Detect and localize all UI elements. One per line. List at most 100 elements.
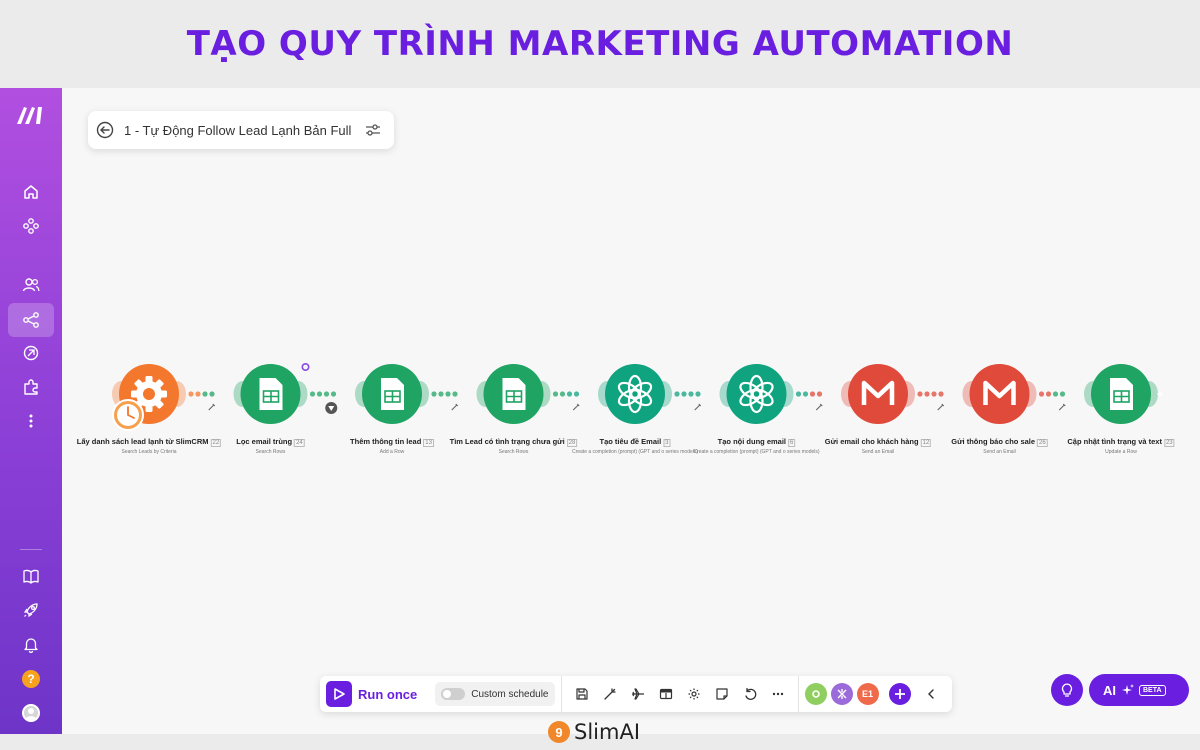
wrench-icon[interactable] [815,403,823,411]
lightbulb-icon [1061,683,1073,697]
magic-wand-icon[interactable] [596,680,624,708]
sparkle-icon [1122,684,1134,695]
module-title: Tạo nội dung email [717,437,786,446]
module-title: Gửi email cho khách hàng [824,437,919,446]
custom-schedule-label: Custom schedule [471,688,549,700]
brand-name: SlimAI [574,720,641,744]
module-title: Thêm thông tin lead [350,437,422,446]
module-action: Create a completion (prompt) (GPT and o … [693,449,820,455]
wrench-icon[interactable] [208,403,216,411]
note-icon[interactable] [708,680,736,708]
banner: TẠO QUY TRÌNH MARKETING AUTOMATION [0,0,1200,88]
app-window: ? 1 - Tự Động Follow Lead Lạnh Bản Full … [0,88,1200,734]
module-index-badge: 13 [423,439,434,447]
module-action: Search Leads by Criteria [121,449,177,455]
google-sheets-icon [259,378,283,410]
module-action: Search Rows [498,449,529,455]
module-label[interactable]: Lấy danh sách lead lạnh từ SlimCRM 22 [76,437,222,447]
play-icon [326,681,352,707]
banner-title: TẠO QUY TRÌNH MARKETING AUTOMATION [186,24,1014,64]
save-icon[interactable] [568,680,596,708]
module-google-sheets[interactable] [355,364,429,424]
run-once-button[interactable]: Run once [320,676,425,712]
module-slimcrm[interactable] [112,364,186,431]
module-label[interactable]: Tìm Lead có tình trạng chưa gửi 28 [450,437,578,447]
module-label[interactable]: Gửi email cho khách hàng 12 [824,437,932,447]
module-google-sheets[interactable] [476,364,551,424]
module-label[interactable]: Cập nhật tình trạng và text 23 [1067,437,1175,447]
module-google-sheets[interactable] [233,364,308,424]
module-index-badge: 12 [920,439,932,447]
lightbulb-button[interactable] [1051,674,1083,706]
module-action: Search Rows [255,449,286,455]
undo-icon[interactable] [736,680,764,708]
module-action: Add a Row [379,449,405,455]
status-ring-icon [301,362,310,371]
module-label[interactable]: Lọc email trùng 24 [236,437,305,447]
wrench-icon[interactable] [694,403,702,411]
module-title: Tạo tiêu đề Email [599,437,662,446]
module-connector[interactable] [431,391,459,411]
google-sheets-icon [381,378,404,410]
wrench-icon[interactable] [937,403,945,411]
ai-label: AI [1103,682,1116,698]
module-connector[interactable] [552,391,580,411]
flow-control-app-icon[interactable] [830,683,853,705]
module-index-badge: 23 [1163,439,1175,447]
module-action: Create a completion (prompt) (GPT and o … [571,449,699,455]
scenario-canvas[interactable] [0,88,1200,734]
text-parser-app-icon[interactable]: E1 [856,683,879,705]
module-label[interactable]: Tạo tiêu đề Email 3 [599,437,671,447]
module-index-badge: 26 [1037,439,1048,447]
module-connector[interactable] [917,391,945,411]
module-index-badge: 28 [566,439,578,447]
module-connector[interactable] [188,391,216,411]
module-index-badge: 3 [663,439,671,447]
module-openai[interactable] [719,364,794,424]
more-horizontal-icon[interactable] [764,680,792,708]
module-openai[interactable] [598,364,672,424]
run-once-label: Run once [358,686,418,702]
toolbar-divider [560,676,562,712]
tools-app-icon[interactable] [804,683,827,705]
wrench-icon[interactable] [572,403,580,411]
chevron-left-icon[interactable] [917,680,945,708]
wrench-icon[interactable] [1058,403,1066,411]
module-index-badge: 24 [294,439,305,447]
module-connector[interactable] [674,391,702,411]
google-sheets-icon [502,378,526,410]
wrench-icon[interactable] [451,403,459,411]
module-label[interactable]: Tạo nội dung email 6 [717,437,796,447]
custom-schedule-toggle[interactable]: Custom schedule [435,682,555,706]
module-google-sheets[interactable] [1084,364,1163,424]
google-sheets-icon [1110,378,1133,410]
add-module-button[interactable] [888,683,911,705]
module-index-badge: 22 [210,439,222,447]
module-label[interactable]: Gửi thông báo cho sale 26 [951,437,1048,447]
module-gmail[interactable] [841,364,915,424]
airplane-icon[interactable] [624,680,652,708]
beta-badge: BETA [1139,684,1166,696]
module-index-badge: 6 [788,439,796,447]
gear-icon[interactable] [680,680,708,708]
module-action: Send an Email [861,449,895,455]
toggle-switch[interactable] [441,688,466,700]
module-connector[interactable] [1038,391,1066,411]
bottom-toolbar: Run once Custom schedule E1 [320,676,952,712]
brand-logo: 9 SlimAI [548,720,640,744]
module-action: Send an Email [983,449,1016,455]
module-connector[interactable] [795,391,823,411]
module-gmail[interactable] [962,364,1037,424]
layout-icon[interactable] [652,680,680,708]
brand-mark-icon: 9 [548,721,570,743]
module-label[interactable]: Thêm thông tin lead 13 [350,437,434,447]
module-title: Gửi thông báo cho sale [951,437,1036,446]
clock-trigger-icon[interactable] [112,399,144,431]
ai-assistant-button[interactable]: AI BETA [1089,674,1189,706]
module-title: Lấy danh sách lead lạnh từ SlimCRM [76,437,209,446]
toolbar-divider [797,676,799,712]
module-action: Update a Row [1105,449,1137,455]
add-next-module-icon[interactable] [1157,391,1163,397]
module-title: Cập nhật tình trạng và text [1067,437,1162,446]
filter-icon[interactable] [325,402,338,414]
